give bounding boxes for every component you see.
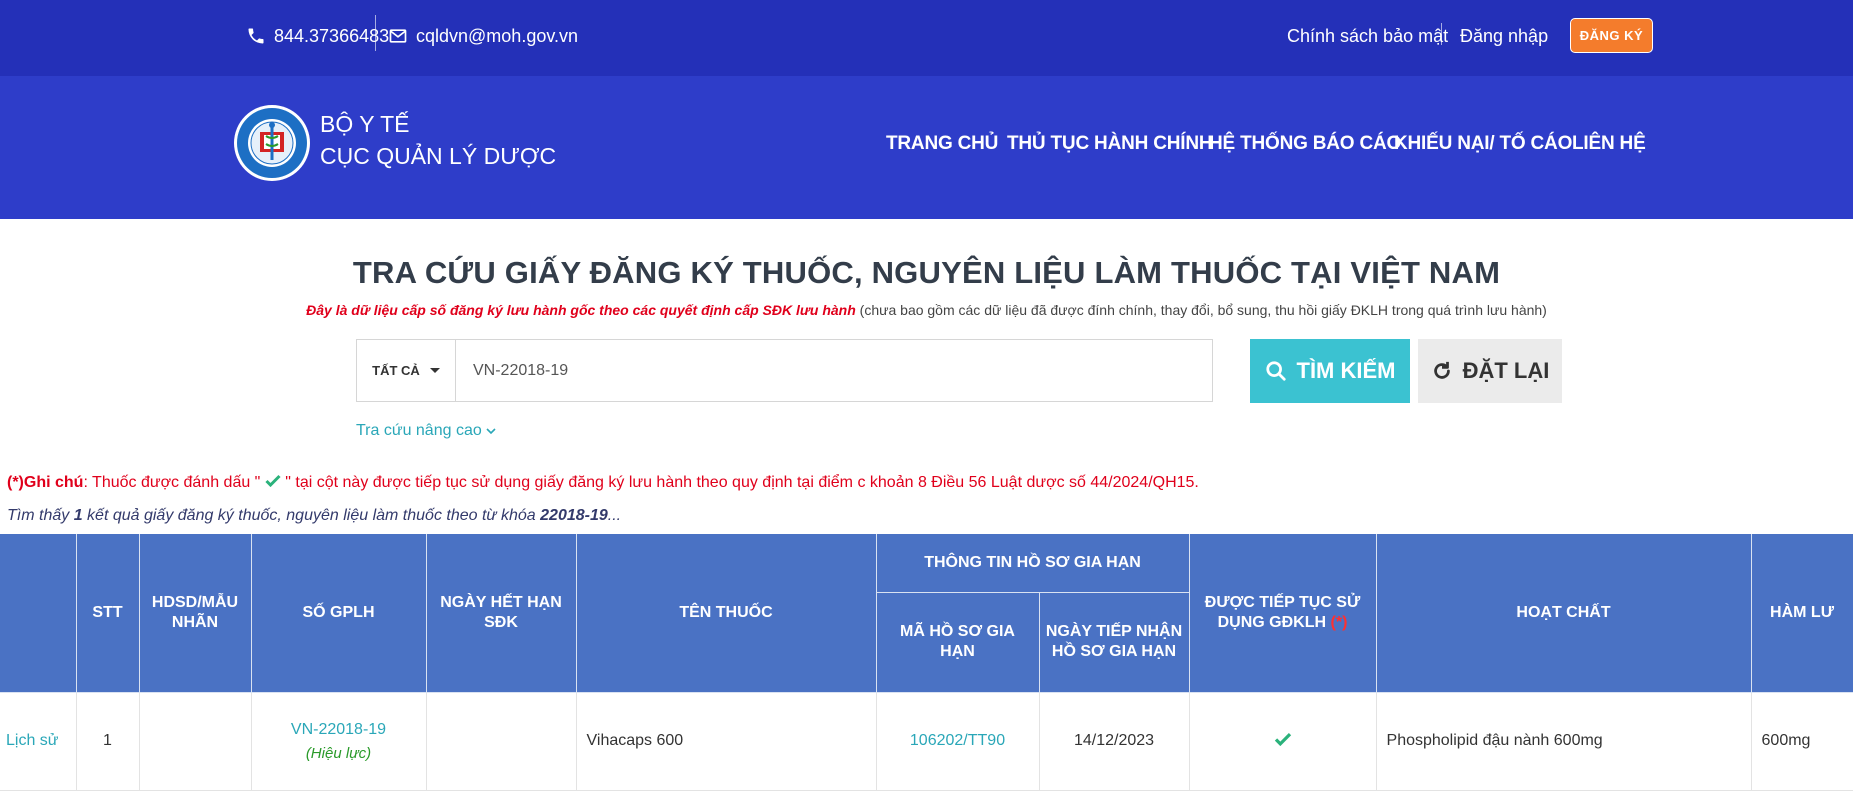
divider	[375, 15, 376, 51]
subtitle-note: (chưa bao gồm các dữ liệu đã được đính c…	[855, 302, 1547, 318]
row-expiry-date	[426, 692, 577, 791]
envelope-icon	[389, 29, 407, 43]
check-icon	[1274, 732, 1291, 746]
found-count: 1	[73, 507, 83, 524]
reset-button-label: ĐẶT LẠI	[1462, 358, 1550, 383]
search-type-dropdown[interactable]: TẤT CẢ	[357, 340, 456, 401]
found-middle: kết quả giấy đăng ký thuốc, nguyên liệu …	[82, 507, 541, 524]
results-table: STT HDSD/MẪU NHÃN SỐ GPLH NGÀY HẾT HẠN S…	[0, 534, 1853, 791]
email-contact[interactable]: cqldvn@moh.gov.vn	[388, 20, 578, 52]
row-renewal-received-date: 14/12/2023	[1039, 692, 1190, 791]
brand-name[interactable]: BỘ Y TẾ CỤC QUẢN LÝ DƯỢC	[320, 108, 556, 172]
header-expiry-date: NGÀY HẾT HẠN SĐK	[426, 534, 577, 693]
history-link[interactable]: Lịch sử	[0, 692, 77, 791]
row-continued-use	[1189, 692, 1377, 791]
brand-line-ministry: BỘ Y TẾ	[320, 111, 410, 137]
phone-number: 844.37366483	[274, 25, 390, 46]
found-keyword: 22018-19	[540, 507, 608, 524]
site-header: BỘ Y TẾ CỤC QUẢN LÝ DƯỢC TRANG CHỦ THỦ T…	[0, 76, 1853, 219]
header-drug-name: TÊN THUỐC	[576, 534, 877, 693]
header-continued-use: ĐƯỢC TIẾP TỤC SỬ DỤNG GĐKLH (*)	[1189, 534, 1377, 693]
login-link[interactable]: Đăng nhập	[1460, 20, 1548, 52]
privacy-policy-link[interactable]: Chính sách bảo mật	[1287, 20, 1448, 52]
results-summary: Tìm thấy 1 kết quả giấy đăng ký thuốc, n…	[7, 507, 621, 525]
nav-administrative-procedures[interactable]: THỦ TỤC HÀNH CHÍNH	[1007, 133, 1213, 155]
row-hdsd	[139, 692, 252, 791]
header-renewal-received-date: NGÀY TIẾP NHẬN HỒ SƠ GIA HẠN	[1039, 592, 1190, 693]
header-hdsd: HDSD/MẪU NHÃN	[139, 534, 252, 693]
found-prefix: Tìm thấy	[7, 507, 74, 524]
register-button[interactable]: ĐĂNG KÝ	[1570, 18, 1653, 53]
header-concentration: HÀM LƯ	[1751, 534, 1853, 693]
page-title: TRA CỨU GIẤY ĐĂNG KÝ THUỐC, NGUYÊN LIỆU …	[352, 255, 1501, 290]
caret-down-icon	[429, 368, 440, 373]
search-button-label: TÌM KIẾM	[1296, 358, 1396, 383]
check-icon	[265, 474, 281, 488]
row-concentration: 600mg	[1751, 692, 1853, 791]
header-renewal-file-code: MÃ HỒ SƠ GIA HẠN	[876, 592, 1040, 693]
note-part-2: " tại cột này được tiếp tục sử dụng giấy…	[280, 474, 1199, 491]
row-drug-name: Vihacaps 600	[576, 692, 877, 791]
header-continued-use-mark: (*)	[1330, 613, 1348, 631]
search-box: TẤT CẢ	[356, 339, 1213, 402]
note-text: (*)Ghi chú: Thuốc được đánh dấu " " tại …	[7, 474, 1199, 492]
found-suffix: ...	[607, 507, 622, 524]
row-so-gplh-cell: VN-22018-19 (Hiệu lực)	[251, 692, 427, 791]
top-bar: 844.37366483 cqldvn@moh.gov.vn Chính sác…	[0, 0, 1853, 76]
phone-icon	[248, 28, 264, 44]
header-renewal-group: THÔNG TIN HỒ SƠ GIA HẠN	[876, 534, 1190, 593]
search-icon	[1265, 361, 1286, 381]
header-stt: STT	[76, 534, 140, 693]
note-label: (*)Ghi chú	[7, 474, 84, 491]
search-input[interactable]	[457, 340, 1212, 401]
row-renewal-file-code-cell: 106202/TT90	[876, 692, 1040, 791]
search-type-label: TẤT CẢ	[372, 363, 420, 378]
nav-complaints[interactable]: KHIẾU NẠI/ TỐ CÁO	[1394, 133, 1572, 155]
reset-button[interactable]: ĐẶT LẠI	[1418, 339, 1562, 403]
registration-number-link[interactable]: VN-22018-19	[291, 721, 386, 738]
nav-contact[interactable]: LIÊN HỆ	[1572, 133, 1646, 155]
header-history	[0, 534, 77, 693]
chevron-down-icon	[486, 428, 496, 435]
divider	[1441, 23, 1442, 45]
subtitle-emphasis: Đây là dữ liệu cấp số đăng ký lưu hành g…	[306, 302, 856, 318]
nav-report-system[interactable]: HỆ THỐNG BÁO CÁO	[1209, 133, 1401, 155]
brand-line-department: CỤC QUẢN LÝ DƯỢC	[320, 143, 557, 169]
header-active-ingredient: HOẠT CHẤT	[1376, 534, 1752, 693]
search-button[interactable]: TÌM KIẾM	[1250, 339, 1410, 403]
refresh-icon	[1433, 361, 1450, 379]
table-row: Lịch sử 1 VN-22018-19 (Hiệu lực) Vihacap…	[0, 692, 1853, 791]
ministry-logo-icon[interactable]	[233, 104, 311, 182]
nav-home[interactable]: TRANG CHỦ	[886, 133, 998, 155]
note-part-1: : Thuốc được đánh dấu "	[83, 474, 265, 491]
phone-contact[interactable]: 844.37366483	[246, 20, 389, 52]
row-active-ingredient: Phospholipid đậu nành 600mg	[1376, 692, 1752, 791]
header-so-gplh: SỐ GPLH	[251, 534, 427, 693]
row-stt: 1	[76, 692, 140, 791]
advanced-search-label: Tra cứu nâng cao	[356, 422, 482, 439]
page-subtitle: Đây là dữ liệu cấp số đăng ký lưu hành g…	[0, 302, 1853, 318]
email-address: cqldvn@moh.gov.vn	[416, 25, 579, 46]
advanced-search-link[interactable]: Tra cứu nâng cao	[356, 422, 496, 440]
status-badge: (Hiệu lực)	[305, 744, 372, 762]
renewal-file-link[interactable]: 106202/TT90	[910, 732, 1005, 749]
